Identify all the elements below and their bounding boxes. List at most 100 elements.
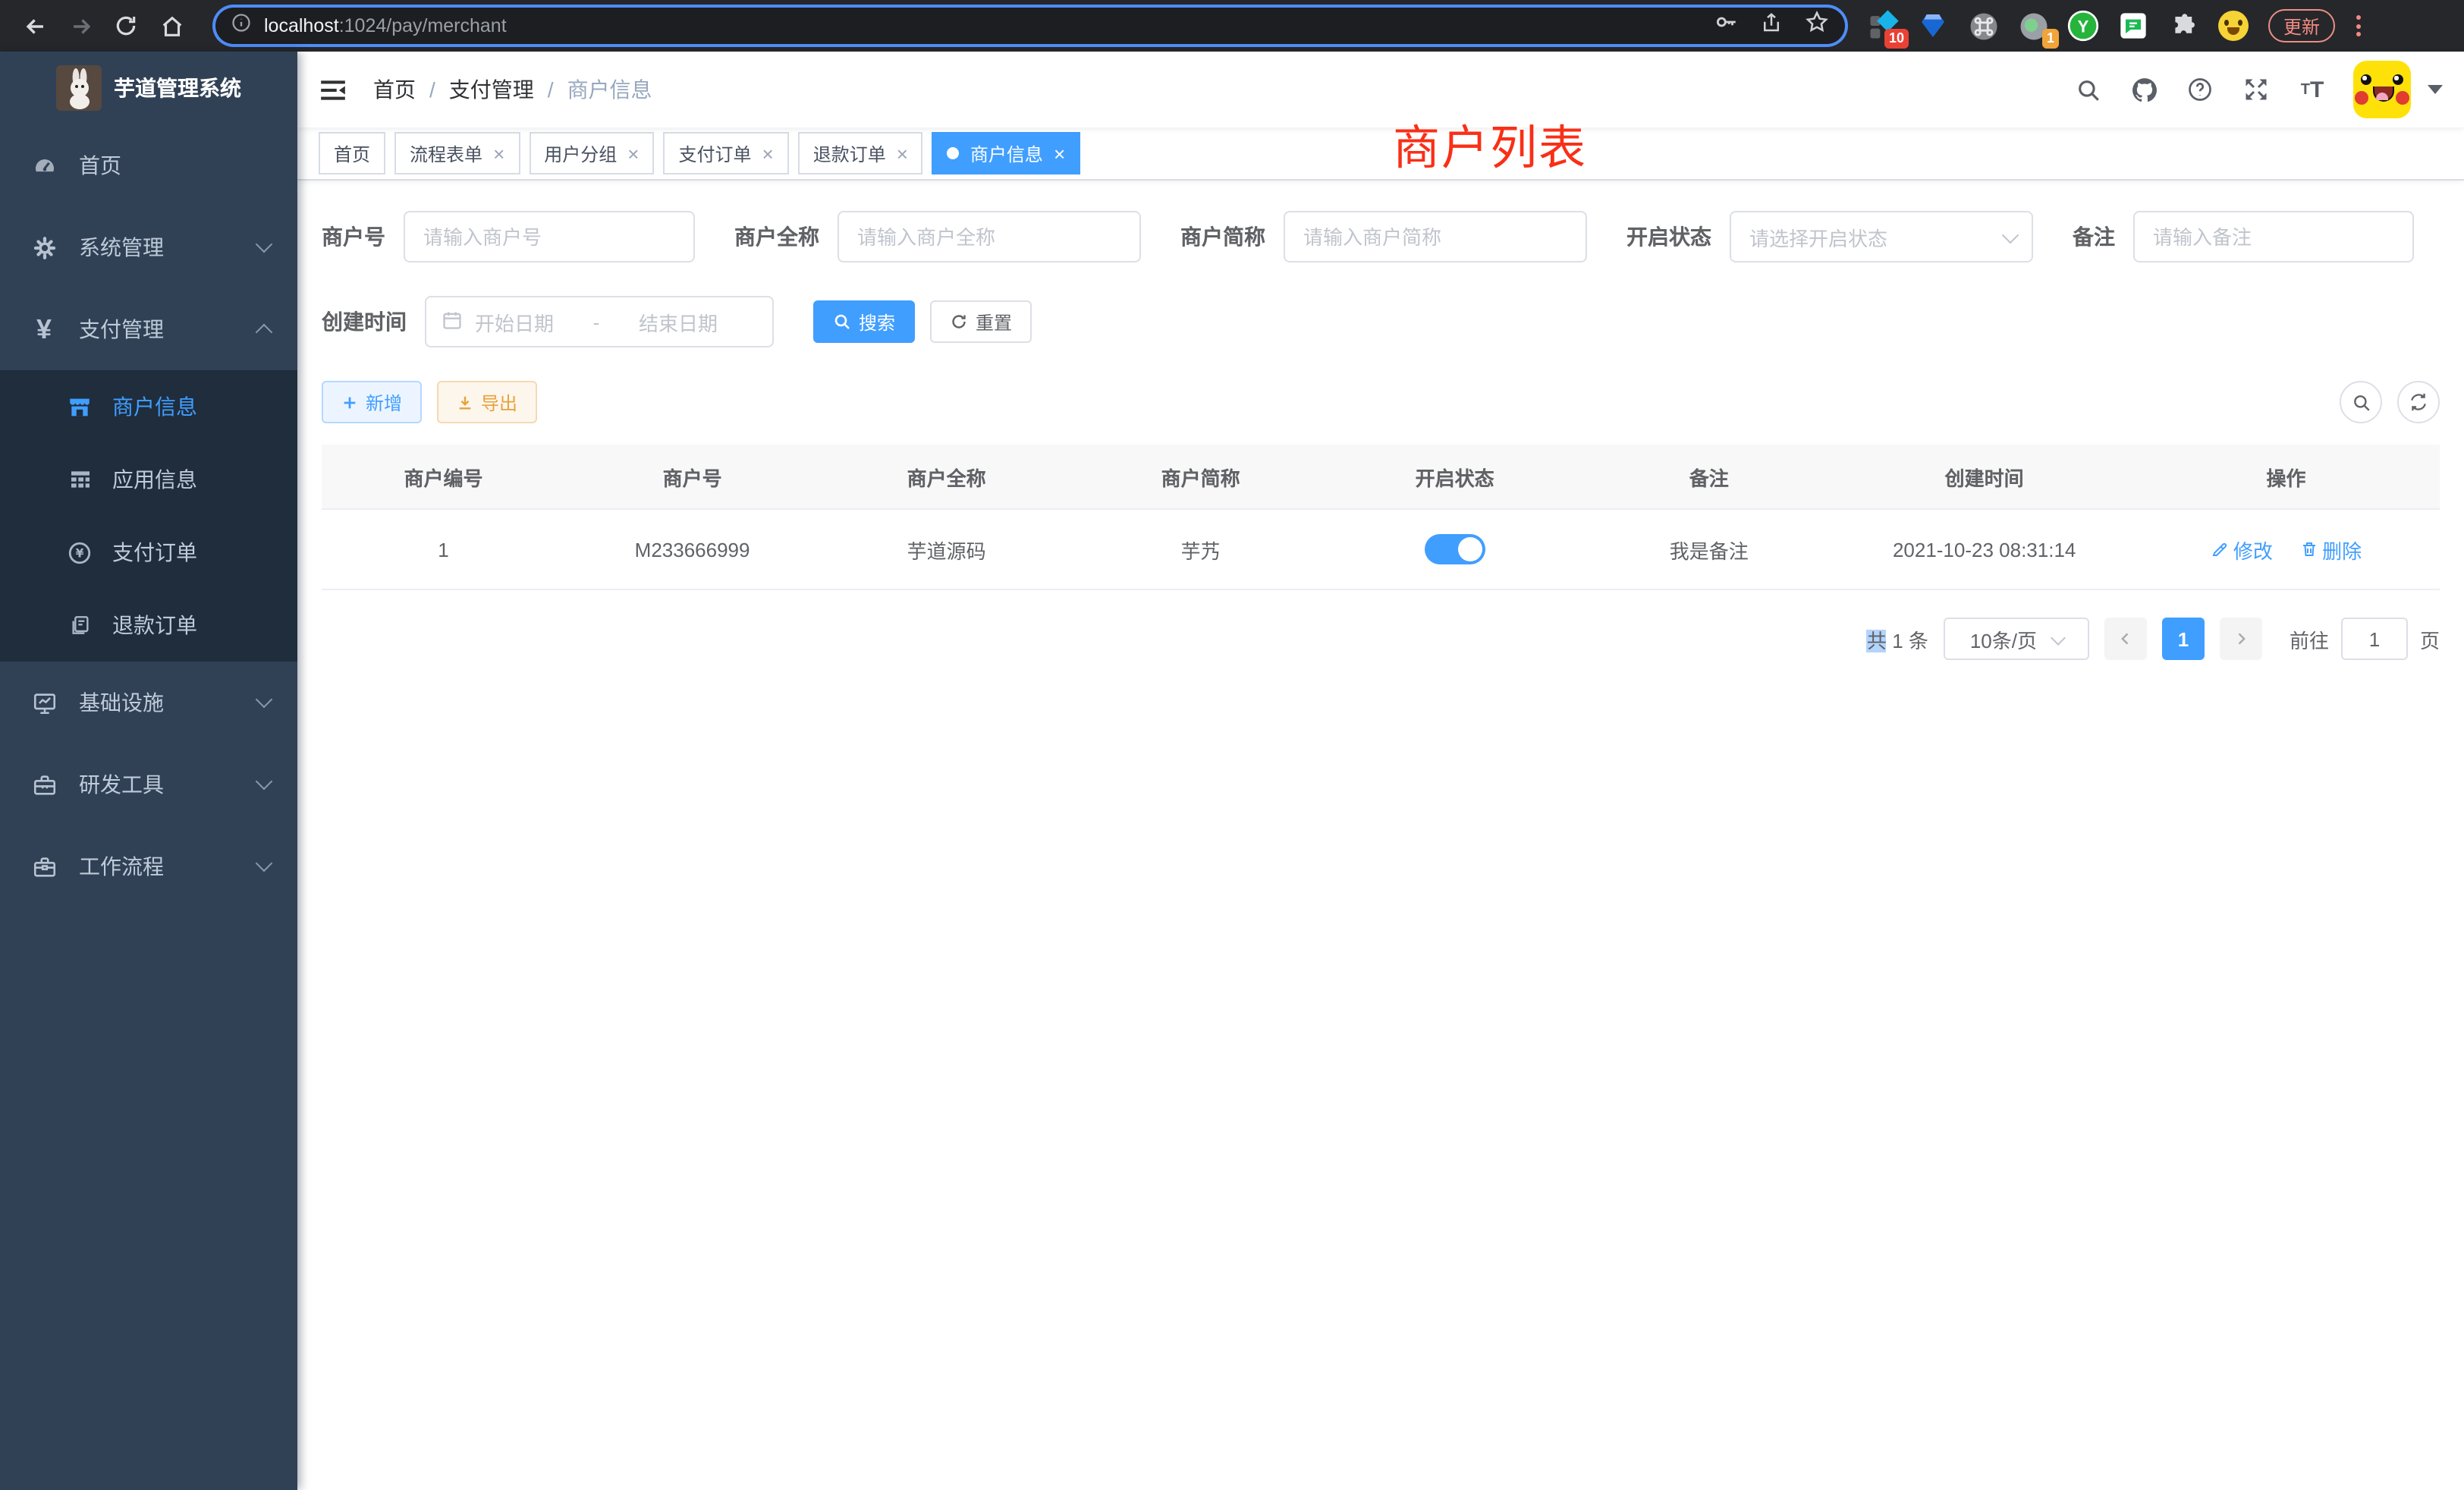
briefcase-icon <box>30 853 58 880</box>
share-icon[interactable] <box>1760 10 1783 42</box>
chevron-down-icon <box>256 236 273 253</box>
close-icon[interactable]: × <box>627 143 639 163</box>
yen-icon: ¥ <box>30 316 58 343</box>
sidebar-item-home[interactable]: 首页 <box>0 124 297 206</box>
tab-pay-order[interactable]: 支付订单× <box>663 132 788 174</box>
sidebar-item-system[interactable]: 系统管理 <box>0 206 297 288</box>
status-toggle[interactable] <box>1425 534 1485 564</box>
search-button[interactable]: 搜索 <box>813 300 915 343</box>
forward-icon[interactable] <box>58 3 103 49</box>
next-page-button[interactable] <box>2220 618 2262 660</box>
help-icon[interactable] <box>2185 74 2215 105</box>
extension-recorder-icon[interactable]: 1 <box>2016 9 2050 42</box>
create-time-label: 创建时间 <box>322 306 407 337</box>
recorder-badge: 1 <box>2042 29 2059 49</box>
refresh-button[interactable] <box>2397 381 2440 423</box>
extension-command-icon[interactable] <box>1966 9 2000 42</box>
profile-emoji-icon[interactable] <box>2217 9 2250 42</box>
svg-text:¥: ¥ <box>76 546 84 560</box>
logo-rabbit-image <box>56 65 102 111</box>
extension-y-icon[interactable]: Y <box>2066 9 2100 42</box>
tags-view: 首页 流程表单× 用户分组× 支付订单× 退款订单× 商户信息× <box>297 127 2464 181</box>
close-icon[interactable]: × <box>897 143 908 163</box>
bookmark-star-icon[interactable] <box>1804 9 1830 42</box>
close-icon[interactable]: × <box>1054 143 1065 163</box>
avatar-caret-icon[interactable] <box>2428 85 2443 94</box>
sidebar-item-dev-tools[interactable]: 研发工具 <box>0 743 297 825</box>
merchant-no-label: 商户号 <box>322 222 385 252</box>
tab-user-group[interactable]: 用户分组× <box>529 132 654 174</box>
col-merchant-id: 商户编号 <box>322 445 565 509</box>
sidebar-item-label: 研发工具 <box>79 769 164 800</box>
prev-page-button[interactable] <box>2104 618 2147 660</box>
fullscreen-icon[interactable] <box>2241 74 2271 105</box>
font-size-icon[interactable]: TT <box>2297 74 2327 105</box>
breadcrumb-current: 商户信息 <box>567 74 652 105</box>
sidebar-item-payment[interactable]: ¥ 支付管理 <box>0 288 297 370</box>
merchant-table: 商户编号 商户号 商户全称 商户简称 开启状态 备注 创建时间 操作 1 <box>322 445 2440 590</box>
cell-create-time: 2021-10-23 08:31:14 <box>1836 509 2132 589</box>
monitor-chart-icon <box>30 689 58 716</box>
back-icon[interactable] <box>12 3 58 49</box>
url-bar[interactable]: localhost:1024/pay/merchant <box>215 8 1845 44</box>
extension-diamond-icon[interactable]: 10 <box>1866 9 1900 42</box>
documents-icon <box>67 612 93 638</box>
status-select[interactable]: 请选择开启状态 <box>1730 211 2033 262</box>
url-text: localhost:1024/pay/merchant <box>264 15 507 36</box>
add-button[interactable]: 新增 <box>322 381 422 423</box>
breadcrumb-payment[interactable]: 支付管理 <box>449 74 534 105</box>
user-avatar[interactable] <box>2353 61 2411 118</box>
create-time-range-picker[interactable]: 开始日期 - 结束日期 <box>425 296 774 347</box>
extension-chat-icon[interactable] <box>2117 9 2150 42</box>
col-remark: 备注 <box>1582 445 1836 509</box>
app-title: 芋道管理系统 <box>114 73 241 103</box>
sidebar-item-workflow[interactable]: 工作流程 <box>0 825 297 907</box>
tab-merchant-info[interactable]: 商户信息× <box>932 132 1080 174</box>
svg-text:Y: Y <box>2078 17 2089 36</box>
close-icon[interactable]: × <box>493 143 504 163</box>
shop-icon <box>67 394 93 420</box>
breadcrumb-home[interactable]: 首页 <box>373 74 416 105</box>
tab-refund-order[interactable]: 退款订单× <box>798 132 923 174</box>
export-button[interactable]: 导出 <box>437 381 537 423</box>
sidebar-item-app-info[interactable]: 应用信息 <box>0 443 297 516</box>
date-separator: - <box>566 310 627 333</box>
password-key-icon[interactable] <box>1713 9 1739 42</box>
close-icon[interactable]: × <box>762 143 774 163</box>
table-row: 1 M233666999 芋道源码 芋艿 我是备注 2021-10-23 08:… <box>322 509 2440 589</box>
gear-icon <box>30 234 58 261</box>
extensions-puzzle-icon[interactable] <box>2167 9 2200 42</box>
github-icon[interactable] <box>2129 74 2159 105</box>
reset-button[interactable]: 重置 <box>930 300 1032 343</box>
short-name-label: 商户简称 <box>1180 222 1265 252</box>
app-logo[interactable]: 芋道管理系统 <box>0 52 297 124</box>
sidebar-item-infrastructure[interactable]: 基础设施 <box>0 662 297 743</box>
extension-gem-icon[interactable] <box>1916 9 1950 42</box>
tab-home[interactable]: 首页 <box>319 132 385 174</box>
full-name-input[interactable] <box>838 211 1141 262</box>
sidebar-item-refund-order[interactable]: 退款订单 <box>0 589 297 662</box>
remark-input[interactable] <box>2133 211 2414 262</box>
merchant-no-input[interactable] <box>404 211 695 262</box>
sidebar-item-label: 支付订单 <box>112 537 197 567</box>
short-name-input[interactable] <box>1284 211 1587 262</box>
edit-link[interactable]: 修改 <box>2211 535 2273 564</box>
delete-link[interactable]: 删除 <box>2299 535 2362 564</box>
reload-icon[interactable] <box>103 3 149 49</box>
site-info-icon[interactable] <box>231 11 252 40</box>
chrome-update-button[interactable]: 更新 <box>2268 9 2335 42</box>
tab-process-form[interactable]: 流程表单× <box>394 132 520 174</box>
goto-page-input[interactable] <box>2341 618 2408 660</box>
header-search-icon[interactable] <box>2073 74 2103 105</box>
sidebar-item-merchant-info[interactable]: 商户信息 <box>0 370 297 443</box>
browser-menu-icon[interactable] <box>2347 15 2368 36</box>
total-label: 共 1 条 <box>1867 624 1928 653</box>
sidebar-menu: 首页 系统管理 ¥ 支付管理 <box>0 124 297 1490</box>
chevron-down-icon <box>256 773 273 791</box>
page-size-select[interactable]: 10条/页 <box>1944 618 2089 660</box>
sidebar-item-pay-order[interactable]: ¥ 支付订单 <box>0 516 297 589</box>
sidebar-toggle-icon[interactable] <box>319 74 349 105</box>
toggle-search-button[interactable] <box>2340 381 2382 423</box>
page-1-button[interactable]: 1 <box>2162 618 2205 660</box>
home-icon[interactable] <box>149 3 194 49</box>
